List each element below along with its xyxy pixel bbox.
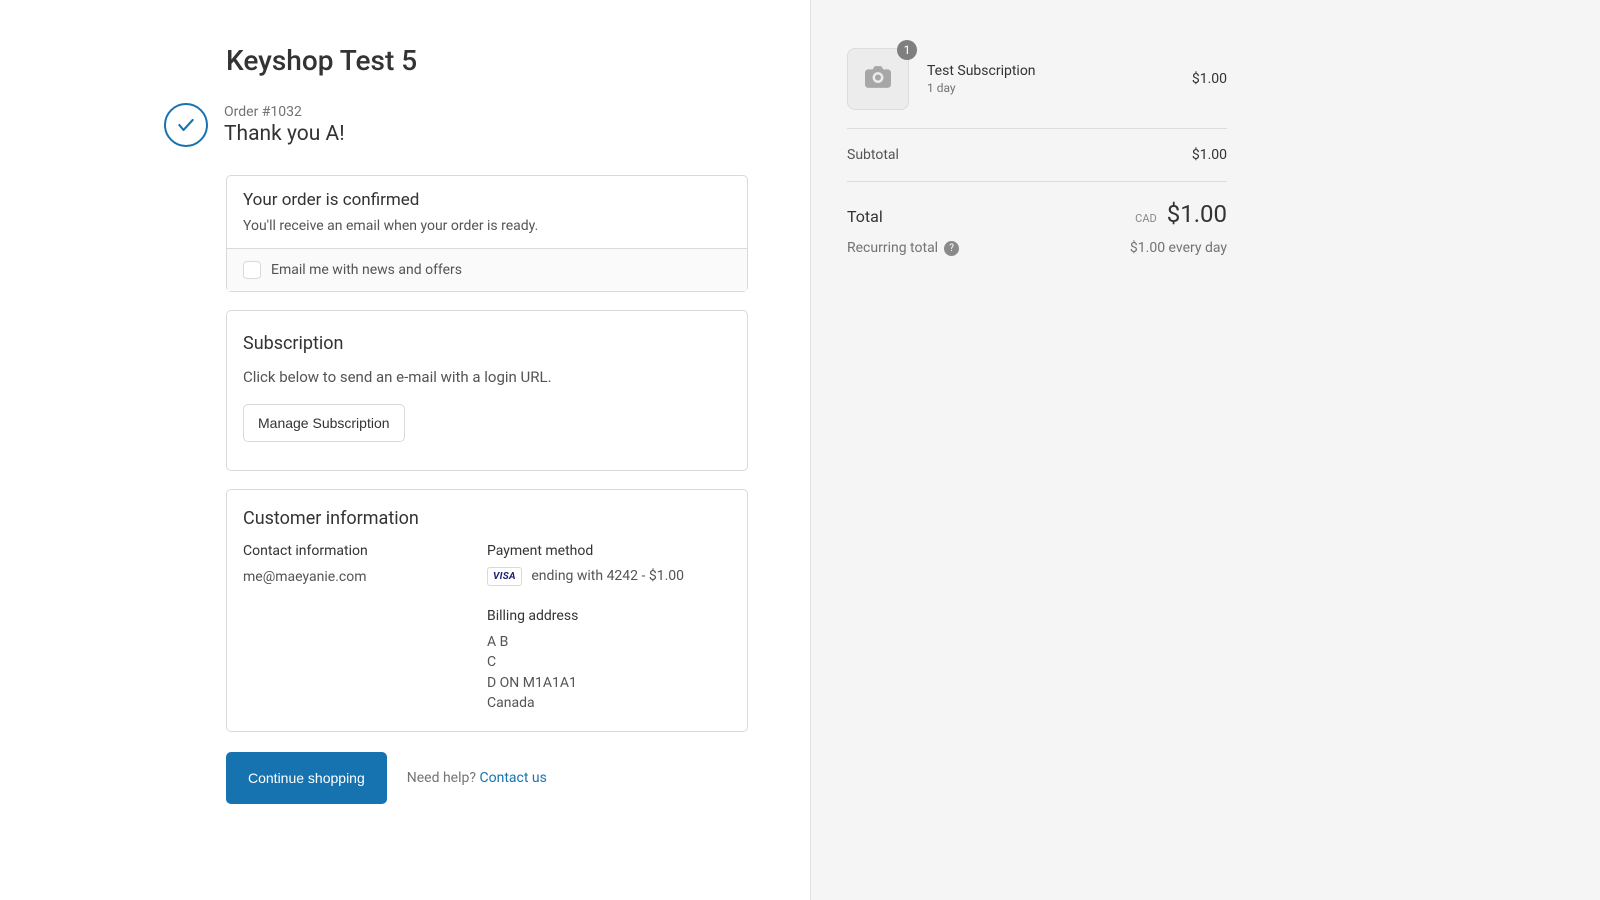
line-item-name: Test Subscription — [927, 63, 1192, 79]
order-status-row: Order #1032 Thank you A! — [164, 103, 748, 147]
billing-address-value: A B C D ON M1A1A1 Canada — [487, 632, 731, 713]
line-item: 1 Test Subscription 1 day $1.00 — [847, 48, 1227, 128]
total-label: Total — [847, 207, 883, 226]
billing-address-label: Billing address — [487, 608, 731, 624]
contact-email: me@maeyanie.com — [243, 567, 487, 587]
total-value: $1.00 — [1167, 200, 1227, 228]
main-column: Keyshop Test 5 Order #1032 Thank you A! … — [0, 0, 810, 900]
subtotal-value: $1.00 — [1192, 147, 1227, 163]
card-last4-text: ending with 4242 - $1.00 — [531, 568, 684, 584]
newsletter-checkbox[interactable] — [243, 261, 261, 279]
order-confirmed-title: Your order is confirmed — [243, 190, 731, 210]
subscription-card: Subscription Click below to send an e-ma… — [226, 310, 748, 471]
payment-method-label: Payment method — [487, 543, 731, 559]
recurring-total-row: Recurring total ? $1.00 every day — [847, 240, 1227, 256]
billing-line: Canada — [487, 693, 731, 713]
recurring-total-label: Recurring total — [847, 240, 938, 256]
subtotal-row: Subtotal $1.00 — [847, 129, 1227, 181]
check-circle-icon — [164, 103, 208, 147]
billing-line: A B — [487, 632, 731, 652]
subtotal-label: Subtotal — [847, 147, 899, 163]
contact-info-label: Contact information — [243, 543, 487, 559]
newsletter-label: Email me with news and offers — [271, 262, 462, 278]
order-confirmed-subtitle: You'll receive an email when your order … — [243, 218, 731, 234]
billing-line: D ON M1A1A1 — [487, 673, 731, 693]
need-help-label: Need help? — [407, 770, 476, 786]
customer-info-card: Customer information Contact information… — [226, 489, 748, 732]
order-number: Order #1032 — [224, 104, 345, 120]
camera-icon — [865, 66, 891, 92]
quantity-badge: 1 — [897, 40, 917, 60]
billing-line: C — [487, 652, 731, 672]
help-icon[interactable]: ? — [944, 241, 959, 256]
line-item-price: $1.00 — [1192, 71, 1227, 87]
continue-shopping-button[interactable]: Continue shopping — [226, 752, 387, 804]
subscription-title: Subscription — [243, 333, 731, 354]
payment-method-value: VISA ending with 4242 - $1.00 — [487, 567, 731, 586]
recurring-total-value: $1.00 every day — [1130, 240, 1227, 256]
customer-info-title: Customer information — [243, 508, 731, 529]
card-brand-icon: VISA — [487, 567, 522, 586]
shop-name: Keyshop Test 5 — [226, 44, 748, 77]
contact-us-link[interactable]: Contact us — [479, 770, 546, 786]
order-summary-column: 1 Test Subscription 1 day $1.00 Subtotal… — [811, 0, 1600, 900]
manage-subscription-button[interactable]: Manage Subscription — [243, 404, 405, 442]
subscription-subtitle: Click below to send an e-mail with a log… — [243, 368, 731, 386]
line-item-subtitle: 1 day — [927, 81, 1192, 95]
order-confirmed-card: Your order is confirmed You'll receive a… — [226, 175, 748, 292]
currency-code: CAD — [1135, 212, 1157, 225]
actions-row: Continue shopping Need help? Contact us — [226, 752, 748, 804]
newsletter-row: Email me with news and offers — [227, 248, 747, 291]
total-row: Total CAD $1.00 — [847, 200, 1227, 228]
thank-you-heading: Thank you A! — [224, 122, 345, 146]
